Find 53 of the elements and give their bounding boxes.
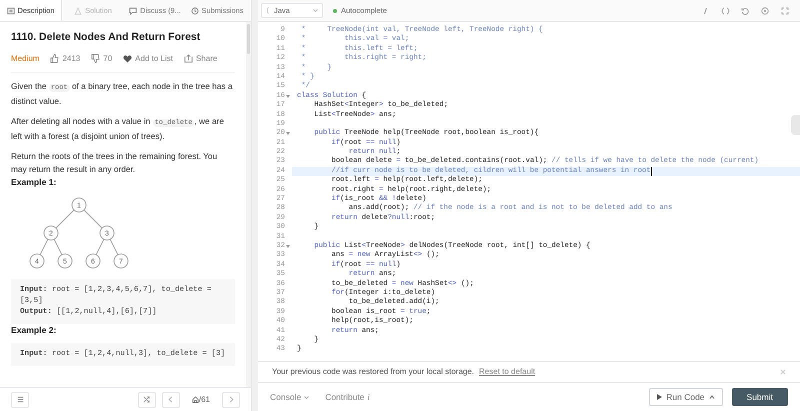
flask-icon bbox=[74, 6, 82, 14]
tree-edge bbox=[40, 238, 48, 255]
description-paragraph: Return the roots of the trees in the remaining forest. You may return the result in any order. bbox=[11, 150, 218, 176]
list-icon bbox=[16, 396, 24, 403]
chevron-right-icon bbox=[228, 396, 234, 403]
caret-up-icon bbox=[708, 395, 715, 399]
chat-icon bbox=[129, 6, 138, 14]
fold-arrow-icon[interactable] bbox=[286, 94, 290, 98]
bracket-icon bbox=[266, 7, 269, 14]
tree-edge bbox=[96, 238, 104, 255]
caret-icon bbox=[304, 396, 310, 398]
like-button[interactable]: 2413 bbox=[50, 52, 80, 65]
thumbs-down-icon bbox=[91, 54, 100, 64]
home-icon bbox=[192, 396, 199, 403]
heart-icon bbox=[123, 54, 132, 63]
tree-edge bbox=[84, 209, 102, 228]
document-icon bbox=[6, 6, 15, 14]
reset-to-default-link[interactable]: Reset to default bbox=[479, 366, 536, 378]
fullscreen-icon bbox=[781, 6, 789, 14]
info-icon: i bbox=[367, 390, 370, 404]
problem-pager[interactable]: /61 bbox=[186, 394, 216, 406]
text-cursor bbox=[650, 167, 652, 176]
share-icon bbox=[184, 54, 193, 64]
reset-icon bbox=[741, 6, 749, 14]
problem-title: 1110. Delete Nodes And Return Forest bbox=[11, 30, 202, 45]
shuffle-button[interactable] bbox=[138, 392, 156, 408]
restore-notice: Your previous code was restored from your local storage. bbox=[272, 366, 474, 378]
tree-edge bbox=[56, 209, 74, 228]
run-code-button[interactable]: Run Code bbox=[649, 388, 723, 406]
caret-icon bbox=[313, 9, 318, 12]
shuffle-icon bbox=[143, 396, 150, 403]
settings-icon bbox=[761, 6, 769, 14]
braces-icon bbox=[720, 6, 730, 14]
example-heading: Example 1: bbox=[11, 176, 58, 189]
difficulty-label: Medium bbox=[11, 52, 40, 65]
fold-arrow-icon[interactable] bbox=[286, 132, 290, 136]
tree-edge bbox=[110, 238, 118, 255]
dislike-button[interactable]: 70 bbox=[91, 52, 112, 65]
fold-arrow-icon[interactable] bbox=[286, 245, 290, 248]
problem-list-button[interactable] bbox=[11, 392, 29, 408]
chevron-left-icon bbox=[168, 396, 174, 403]
italic-icon bbox=[702, 6, 708, 14]
contribute-button[interactable]: Contribute i bbox=[325, 390, 370, 404]
clock-icon bbox=[190, 6, 199, 14]
play-icon bbox=[657, 394, 662, 400]
tree-edge bbox=[54, 238, 62, 255]
example-heading: Example 2: bbox=[11, 324, 58, 337]
submit-button[interactable]: Submit bbox=[732, 388, 788, 406]
thumbs-up-icon bbox=[50, 54, 60, 64]
share-button[interactable]: Share bbox=[184, 52, 218, 65]
add-to-list-button[interactable]: Add to List bbox=[123, 52, 173, 65]
console-button[interactable]: Console bbox=[270, 390, 310, 404]
close-icon bbox=[780, 369, 786, 375]
